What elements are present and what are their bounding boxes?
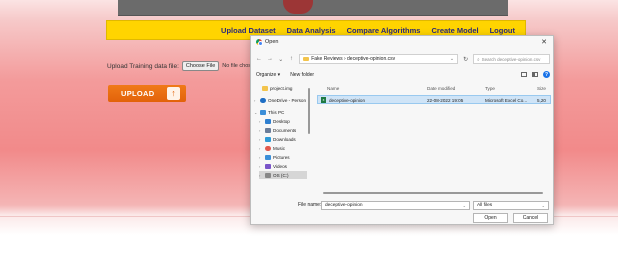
desktop-icon	[265, 118, 271, 124]
nav-item-label: This PC	[268, 109, 285, 115]
document-icon	[265, 127, 271, 133]
folder-icon	[262, 85, 268, 91]
nav-item-label: project.img	[270, 85, 293, 91]
csv-file-icon: x	[321, 97, 326, 103]
file-list: Name Date modified Type Size x deceptive…	[317, 84, 553, 196]
open-file-dialog: Open ✕ ← → ⌄ ↑ Fake Reviews › deceptive-…	[250, 35, 554, 225]
nav-logout[interactable]: Logout	[490, 26, 515, 35]
upload-button-label: UPLOAD	[121, 89, 155, 98]
nav-item-label: Downloads	[273, 136, 296, 142]
close-icon[interactable]: ✕	[541, 38, 547, 46]
cloud-icon	[260, 97, 266, 103]
file-name-input[interactable]: deceptive-opinion ⌄	[321, 201, 470, 210]
file-name-label: File name:	[298, 202, 322, 208]
nav-item-label: OS (C:)	[273, 172, 289, 178]
up-arrow-icon[interactable]: ↑	[289, 56, 295, 62]
download-icon	[265, 136, 271, 142]
recent-chevron-icon[interactable]: ⌄	[278, 56, 284, 63]
file-row[interactable]: x deceptive-opinion 22-08-2022 19:05 Mic…	[317, 95, 551, 104]
upload-form-row: Upload Training data file: Choose File N…	[107, 61, 251, 71]
column-header-date[interactable]: Date modified	[427, 84, 455, 93]
chrome-icon	[256, 39, 263, 46]
chevron-down-icon[interactable]: ⌄	[450, 56, 454, 62]
nav-data-analysis[interactable]: Data Analysis	[287, 26, 336, 35]
nav-item-videos[interactable]: › Videos	[259, 162, 287, 170]
nav-item-label: Videos	[273, 163, 287, 169]
nav-compare-algorithms[interactable]: Compare Algorithms	[347, 26, 421, 35]
computer-icon	[260, 109, 266, 115]
file-name-row: File name: deceptive-opinion ⌄ All files…	[251, 201, 555, 211]
nav-create-model[interactable]: Create Model	[431, 26, 478, 35]
nav-item-documents[interactable]: › Documents	[259, 126, 296, 134]
preview-pane-icon[interactable]	[532, 72, 538, 77]
upload-field-label: Upload Training data file:	[107, 62, 179, 70]
pictures-icon	[265, 154, 271, 160]
column-header-type[interactable]: Type	[485, 84, 495, 93]
nav-item-project-img[interactable]: project.img	[262, 84, 292, 92]
file-type-select[interactable]: All files ⌄	[473, 201, 549, 210]
nav-item-downloads[interactable]: › Downloads	[259, 135, 296, 143]
no-file-text: No file chos	[222, 63, 252, 69]
forward-arrow-icon[interactable]: →	[267, 56, 273, 62]
search-placeholder: Search deceptive-opinion.csv	[481, 56, 541, 62]
file-name: deceptive-opinion	[329, 97, 366, 103]
cancel-button[interactable]: Cancel	[513, 213, 548, 223]
nav-item-label: Pictures	[273, 154, 290, 160]
file-type-value: All files	[477, 203, 493, 208]
video-icon	[265, 163, 271, 169]
new-folder-button[interactable]: New folder	[290, 72, 314, 78]
choose-file-button[interactable]: Choose File	[181, 61, 220, 71]
back-arrow-icon[interactable]: ←	[256, 56, 262, 62]
toolbar-right: ?	[521, 71, 550, 78]
nav-item-label: OneDrive - Person	[268, 97, 307, 103]
dialog-title: Open	[265, 39, 279, 45]
column-header-name[interactable]: Name	[327, 84, 339, 93]
nav-item-pictures[interactable]: › Pictures	[259, 153, 290, 161]
nav-item-this-pc[interactable]: ⌄ This PC	[254, 108, 284, 116]
search-icon: ⌕	[477, 56, 480, 62]
chevron-down-icon[interactable]: ⌄	[542, 203, 545, 208]
search-input[interactable]: ⌕ Search deceptive-opinion.csv	[473, 54, 551, 64]
help-icon[interactable]: ?	[543, 71, 550, 78]
column-header-size[interactable]: Size	[537, 84, 546, 93]
header-banner	[118, 0, 508, 16]
organize-button[interactable]: Organize ▾	[256, 72, 280, 78]
nav-upload-dataset[interactable]: Upload Dataset	[221, 26, 276, 35]
nav-item-music[interactable]: › Music	[259, 144, 285, 152]
file-size: 5,20	[537, 97, 546, 103]
nav-pane-scrollbar[interactable]	[308, 88, 310, 134]
nav-item-label: Documents	[273, 127, 297, 133]
nav-item-label: Music	[273, 145, 285, 151]
breadcrumb: Fake Reviews › deceptive-opinion.csv	[311, 56, 396, 62]
dialog-toolbar: Organize ▾ New folder ?	[256, 70, 550, 80]
file-name-cell: x deceptive-opinion	[321, 96, 365, 104]
file-type: Microsoft Excel Co...	[485, 97, 528, 103]
folder-icon	[303, 57, 310, 61]
music-icon	[265, 145, 271, 151]
chevron-down-icon[interactable]: ⌄	[463, 203, 466, 208]
nav-item-os-c[interactable]: › OS (C:)	[259, 171, 307, 179]
address-bar[interactable]: Fake Reviews › deceptive-opinion.csv ⌄	[299, 54, 459, 64]
nav-item-desktop[interactable]: › Desktop	[259, 117, 290, 125]
file-date: 22-08-2022 19:05	[427, 97, 464, 103]
file-name-value: deceptive-opinion	[325, 203, 363, 208]
drive-icon	[265, 172, 271, 178]
nav-item-label: Desktop	[273, 118, 290, 124]
file-list-scrollbar[interactable]	[323, 192, 543, 194]
view-options-icon[interactable]	[521, 72, 527, 77]
dialog-titlebar[interactable]: Open ✕	[251, 36, 553, 48]
upload-arrow-icon: ↑	[167, 87, 180, 100]
navigation-pane: project.img › OneDrive - Person ⌄ This P…	[254, 84, 312, 196]
open-button[interactable]: Open	[473, 213, 508, 223]
refresh-icon[interactable]: ↻	[463, 56, 468, 63]
address-row: ← → ⌄ ↑ Fake Reviews › deceptive-opinion…	[256, 53, 551, 65]
nav-item-onedrive[interactable]: › OneDrive - Person	[254, 96, 306, 104]
upload-button[interactable]: UPLOAD ↑	[108, 85, 186, 102]
